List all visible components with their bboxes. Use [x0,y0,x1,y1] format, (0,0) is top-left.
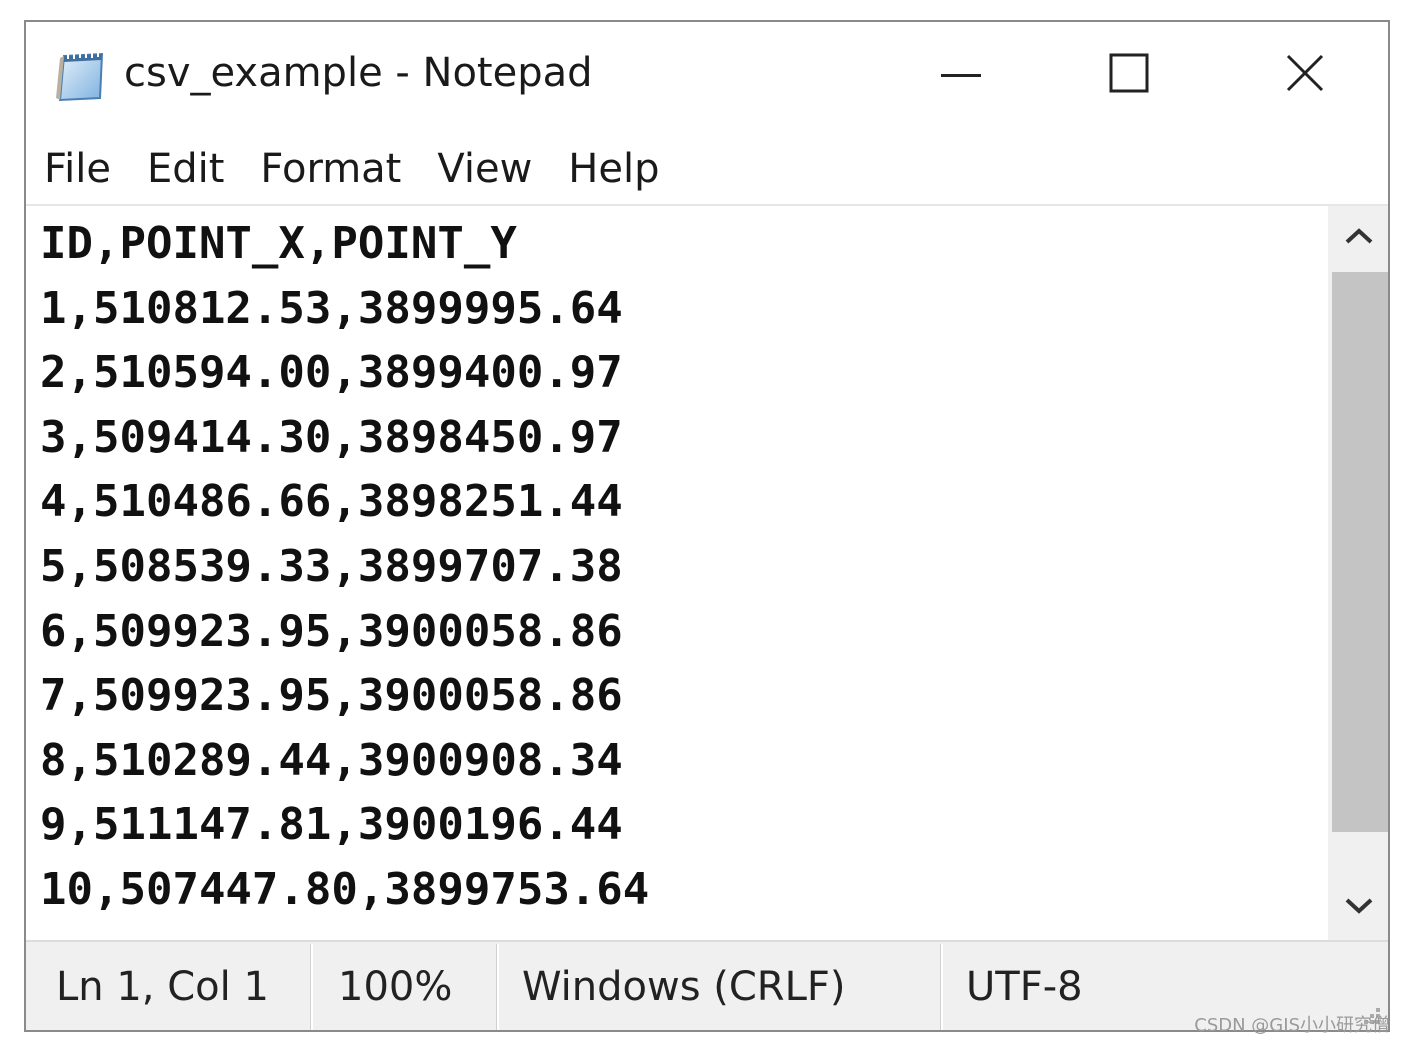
cursor-position: Ln 1, Col 1 [56,964,269,1010]
scroll-up-button[interactable] [1328,206,1388,270]
text-line: 4,510486.66,3898251.44 [40,476,623,528]
menu-view[interactable]: View [419,146,550,192]
title-bar[interactable]: csv_example - Notepad [26,22,1388,134]
window-title: csv_example - Notepad [124,50,593,96]
minimize-button[interactable] [926,44,996,106]
maximize-icon [1109,53,1149,98]
menu-file[interactable]: File [26,146,129,192]
status-divider [940,944,943,1030]
chevron-up-icon [1344,227,1374,250]
menu-help[interactable]: Help [550,146,677,192]
line-ending: Windows (CRLF) [522,964,846,1010]
close-button[interactable] [1270,44,1340,106]
scroll-thumb[interactable] [1332,272,1388,832]
chevron-down-icon [1344,897,1374,920]
status-bar: Ln 1, Col 1 100% Windows (CRLF) UTF-8 [26,940,1388,1030]
text-line: 2,510594.00,3899400.97 [40,347,623,399]
text-line: 10,507447.80,3899753.64 [40,863,650,915]
close-icon [1285,53,1325,98]
zoom-level: 100% [338,964,453,1010]
text-line: 7,509923.95,3900058.86 [40,670,623,722]
text-line: 9,511147.81,3900196.44 [40,799,623,851]
text-editor[interactable]: ID,POINT_X,POINT_Y 1,510812.53,3899995.64… [26,204,1328,940]
maximize-button[interactable] [1094,44,1164,106]
text-line: 5,508539.33,3899707.38 [40,540,623,592]
status-divider [310,944,313,1030]
text-line: 6,509923.95,3900058.86 [40,605,623,657]
minimize-icon [941,66,981,84]
menu-bar: File Edit Format View Help [26,134,1388,204]
editor-content[interactable]: ID,POINT_X,POINT_Y 1,510812.53,3899995.64… [40,212,649,923]
notepad-icon[interactable] [54,48,108,104]
status-divider [496,944,499,1030]
watermark: CSDN @GIS小小研究僧 [1194,1015,1390,1036]
menu-edit[interactable]: Edit [129,146,242,192]
text-line: 8,510289.44,3900908.34 [40,734,623,786]
encoding: UTF-8 [966,964,1083,1010]
vertical-scrollbar[interactable] [1328,204,1388,940]
text-line: 3,509414.30,3898450.97 [40,411,623,463]
notepad-window: csv_example - Notepad File Edit Format V… [24,20,1390,1032]
menu-format[interactable]: Format [242,146,419,192]
text-line: ID,POINT_X,POINT_Y [40,218,517,269]
scroll-down-button[interactable] [1328,876,1388,940]
text-line: 1,510812.53,3899995.64 [40,282,623,334]
